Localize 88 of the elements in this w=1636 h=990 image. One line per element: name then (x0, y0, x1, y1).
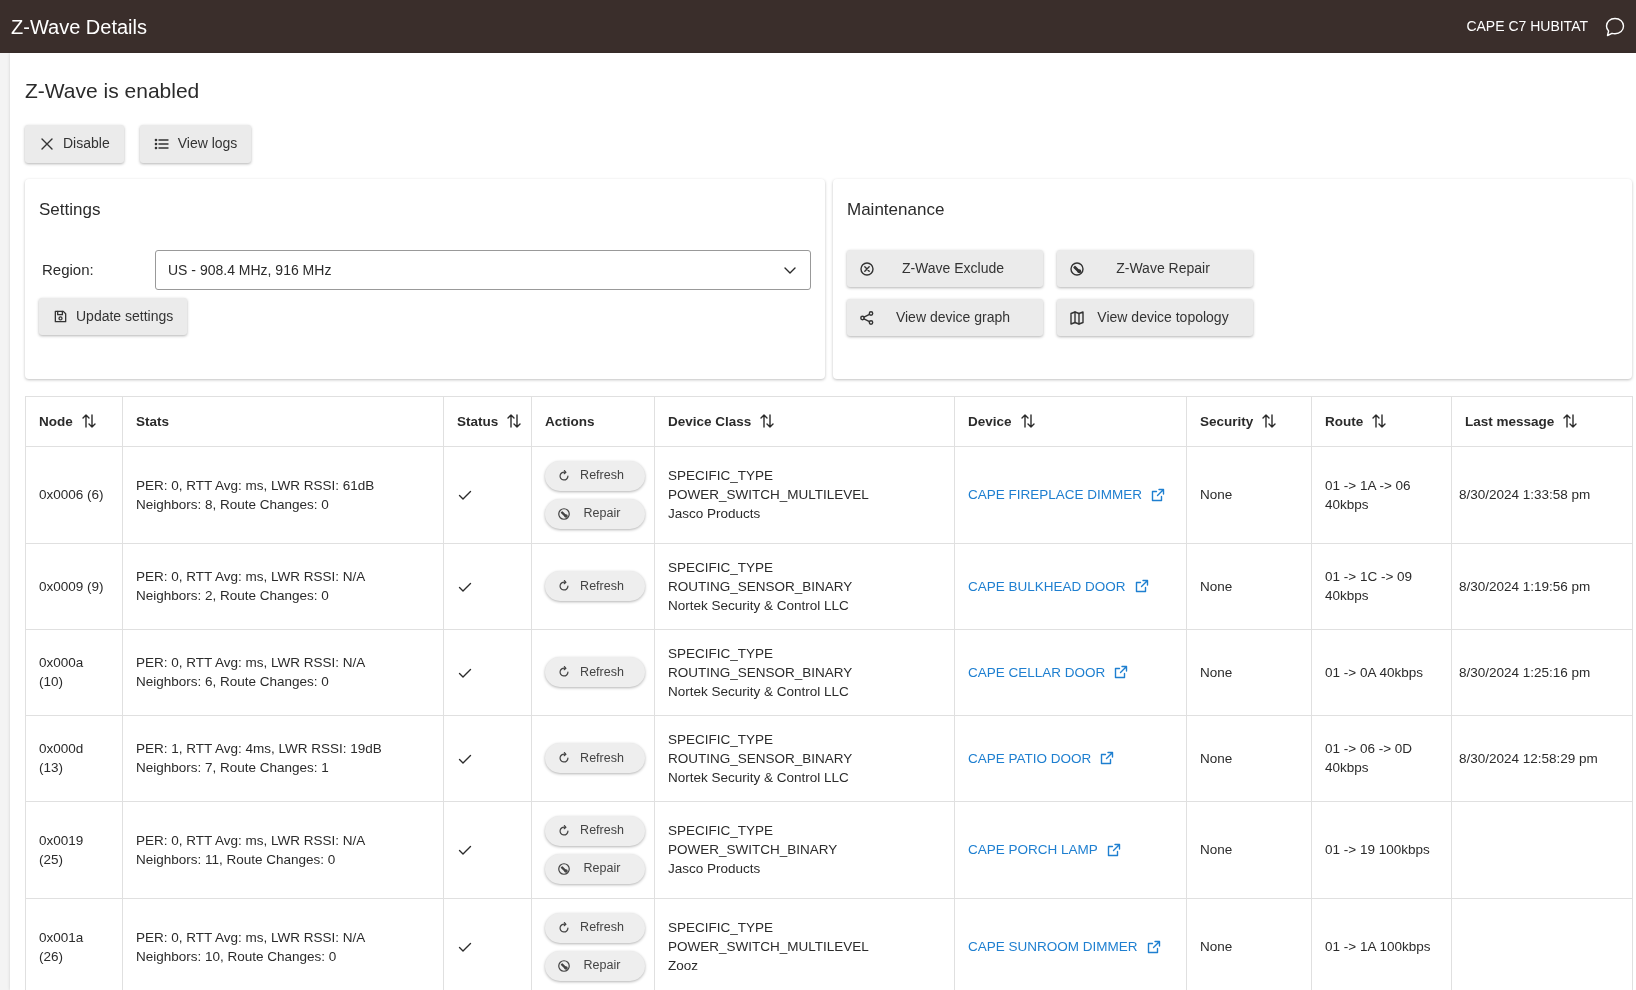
external-link-icon (1150, 486, 1167, 503)
external-link-icon (1099, 750, 1116, 766)
column-header[interactable]: Route (1325, 411, 1388, 431)
field-label: Region: (41, 259, 95, 280)
table-cell: None (1200, 939, 1233, 954)
device-link[interactable]: CAPE BULKHEAD DOOR (968, 576, 1150, 596)
table-cell: 8/30/2024 1:19:56 pm (1459, 578, 1591, 594)
map-icon (1069, 309, 1085, 326)
table-cell: PER: 0, RTT Avg: ms, LWR RSSI: N/A Neighbors: 6, Route Changes: 0 (136, 655, 366, 689)
external-link-icon (1113, 664, 1130, 680)
refresh-icon (557, 665, 571, 679)
device-topology-button[interactable]: View device topology (1057, 299, 1253, 336)
panel-title: Settings (39, 198, 102, 221)
refresh-icon (557, 579, 571, 593)
table-cell: PER: 1, RTT Avg: 4ms, LWR RSSI: 19dB Neighbors: 7, Route Changes: 1 (136, 741, 382, 775)
table-cell: PER: 0, RTT Avg: ms, LWR RSSI: 61dB Neighbors: 8, Route Changes: 0 (136, 477, 375, 512)
column-header: Stats (136, 412, 169, 431)
table-cell: SPECIFIC_TYPE POWER_SWITCH_BINARY Jasco Products (668, 823, 838, 876)
table-cell: SPECIFIC_TYPE POWER_SWITCH_MULTILEVEL Zooz (668, 920, 869, 973)
view-logs-button[interactable]: View logs (139, 124, 252, 163)
refresh-icon (557, 920, 571, 935)
table-cell: 01 -> 06 -> 0D 40kbps (1325, 741, 1413, 775)
share-icon (859, 309, 875, 326)
device-link[interactable]: CAPE FIREPLACE DIMMER (968, 485, 1167, 504)
exclude-button[interactable]: Z-Wave Exclude (847, 250, 1043, 287)
table-cell: 01 -> 19 100kbps (1325, 842, 1430, 857)
table-cell: None (1200, 664, 1233, 680)
table-cell: 8/30/2024 1:33:58 pm (1459, 487, 1591, 502)
repair-button[interactable]: Repair (545, 950, 645, 981)
table-cell: None (1200, 578, 1233, 594)
table-cell: None (1200, 487, 1233, 502)
external-link-icon (1133, 578, 1150, 594)
refresh-icon (557, 468, 571, 483)
wrench-icon (1069, 260, 1085, 277)
table-cell: 8/30/2024 12:58:29 pm (1459, 750, 1598, 766)
repair-button[interactable]: Repair (545, 853, 645, 884)
column-header: Actions (545, 412, 595, 431)
device-link[interactable]: CAPE PORCH LAMP (968, 840, 1122, 859)
table-cell: PER: 0, RTT Avg: ms, LWR RSSI: N/A Neighbors: 10, Route Changes: 0 (136, 929, 366, 964)
wrench-icon (557, 958, 571, 973)
table-cell: 8/30/2024 1:25:16 pm (1459, 664, 1591, 680)
table-cell: 01 -> 0A 40kbps (1325, 664, 1423, 680)
refresh-icon (557, 751, 571, 765)
table-cell: 0x000a (10) (39, 655, 84, 689)
table-cell: None (1200, 842, 1233, 857)
external-link-icon (1105, 841, 1122, 858)
table-cell: None (1200, 750, 1233, 766)
table-cell: SPECIFIC_TYPE POWER_SWITCH_MULTILEVEL Jasco Products (668, 468, 869, 521)
table-cell: 0x0009 (9) (39, 578, 104, 594)
hub-name: CAPE C7 HUBITAT (1466, 17, 1588, 36)
circle-x-icon (859, 260, 875, 277)
refresh-button[interactable]: Refresh (545, 460, 645, 491)
refresh-button[interactable]: Refresh (545, 815, 645, 846)
table-cell: 01 -> 1A -> 06 40kbps (1325, 477, 1411, 512)
table-cell: SPECIFIC_TYPE ROUTING_SENSOR_BINARY Nortek Security & Control LLC (668, 731, 853, 785)
column-header[interactable]: Device (968, 411, 1036, 431)
external-link-icon (1145, 938, 1162, 955)
refresh-button[interactable]: Refresh (545, 657, 645, 687)
refresh-button[interactable]: Refresh (545, 743, 645, 773)
wrench-icon (557, 506, 571, 521)
status-heading: Z-Wave is enabled (25, 78, 201, 104)
refresh-button[interactable]: Refresh (545, 571, 645, 601)
device-graph-button[interactable]: View device graph (847, 299, 1043, 336)
table-cell: 0x0006 (6) (39, 487, 104, 502)
update-settings-button[interactable]: Update settings (39, 298, 188, 335)
device-link[interactable]: CAPE PATIO DOOR (968, 748, 1116, 768)
table-cell: PER: 0, RTT Avg: ms, LWR RSSI: N/A Neighbors: 2, Route Changes: 0 (136, 569, 366, 603)
column-header[interactable]: Device Class (668, 411, 776, 431)
table-cell: SPECIFIC_TYPE ROUTING_SENSOR_BINARY Nortek Security & Control LLC (668, 559, 853, 613)
repair-button[interactable]: Repair (545, 498, 645, 529)
panel-title: Maintenance (847, 198, 946, 221)
table-cell: 01 -> 1C -> 09 40kbps (1325, 569, 1413, 603)
refresh-icon (557, 823, 571, 838)
table-cell: PER: 0, RTT Avg: ms, LWR RSSI: N/A Neighbors: 11, Route Changes: 0 (136, 832, 366, 867)
table-cell: 0x001a (26) (39, 929, 84, 964)
table-cell: 0x000d (13) (39, 741, 84, 775)
repair-button[interactable]: Z-Wave Repair (1057, 250, 1253, 287)
table-cell: SPECIFIC_TYPE ROUTING_SENSOR_BINARY Nortek Security & Control LLC (668, 645, 853, 699)
device-link[interactable]: CAPE CELLAR DOOR (968, 662, 1130, 682)
refresh-button[interactable]: Refresh (545, 912, 645, 943)
table-cell: 0x0019 (25) (39, 832, 84, 867)
wrench-icon (557, 861, 571, 876)
region-select[interactable]: US - 908.4 MHz, 916 MHz (155, 250, 811, 290)
table-cell: 01 -> 1A 100kbps (1325, 939, 1431, 954)
device-link[interactable]: CAPE SUNROOM DIMMER (968, 937, 1162, 956)
chat-icon[interactable] (1604, 15, 1626, 38)
disable-button[interactable]: Disable (25, 124, 124, 163)
app-title: Z-Wave Details (11, 14, 147, 40)
